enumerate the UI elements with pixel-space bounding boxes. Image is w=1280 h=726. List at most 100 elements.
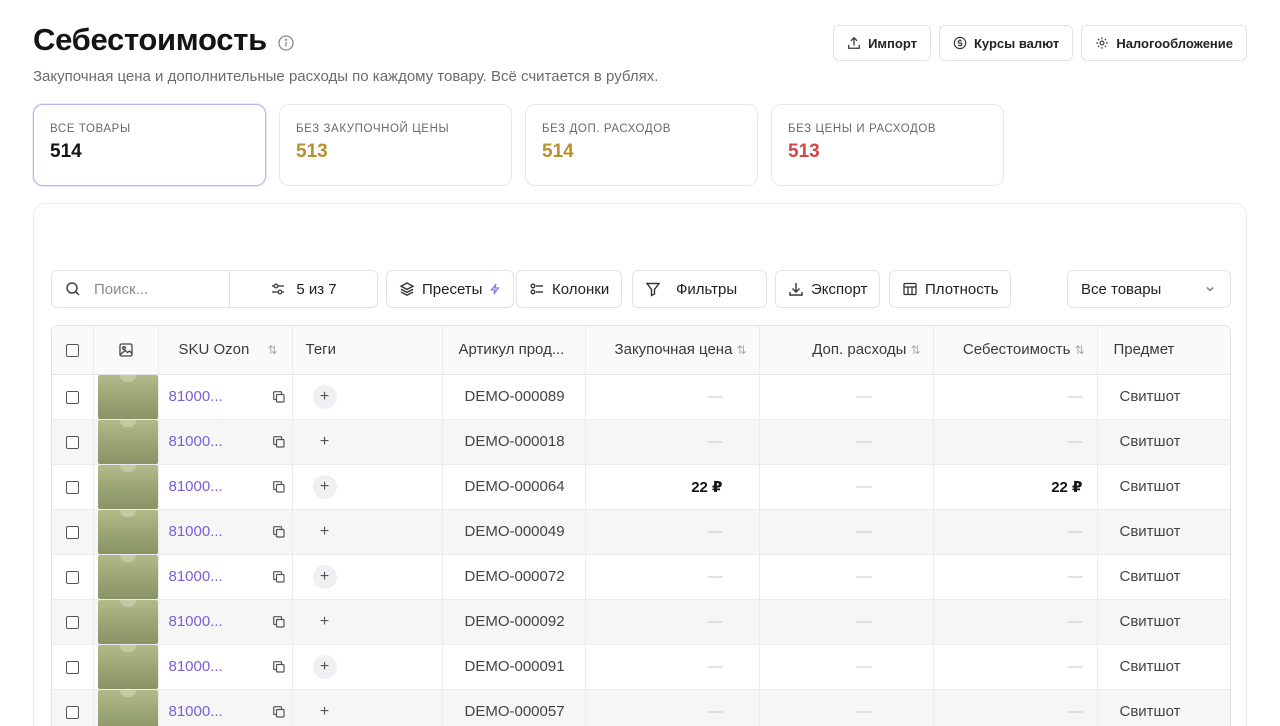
add-tag-button[interactable]: + — [313, 520, 337, 544]
copy-icon[interactable] — [272, 615, 286, 629]
sku-link[interactable]: 81000... — [169, 478, 223, 495]
columns-button[interactable]: Колонки — [516, 270, 623, 308]
sku-cell: 81000... — [158, 689, 293, 726]
export-button[interactable]: Экспорт — [775, 270, 881, 308]
lightning-icon — [490, 283, 501, 295]
sort-icon[interactable]: ⇅ — [910, 343, 920, 357]
add-tag-button[interactable]: + — [312, 654, 337, 679]
products-panel: 5 из 7 Пресеты Колонки Фильтры Экспорт П… — [33, 203, 1247, 726]
stat-value: 513 — [296, 141, 328, 162]
sku-link[interactable]: 81000... — [169, 658, 223, 675]
extra-costs-cell[interactable]: — — [759, 689, 934, 726]
purchase-price-cell[interactable]: — — [585, 599, 760, 644]
copy-icon[interactable] — [272, 435, 286, 449]
sort-icon[interactable]: ⇅ — [267, 343, 277, 357]
row-checkbox[interactable] — [65, 615, 79, 629]
copy-icon[interactable] — [272, 705, 286, 719]
cost-cell: — — [933, 644, 1098, 689]
add-tag-button[interactable]: + — [312, 474, 337, 499]
table-row[interactable]: 81000... + DEMO-000049— — — Свитшот — [52, 509, 1230, 554]
row-checkbox[interactable] — [65, 435, 79, 449]
table-row[interactable]: 81000... + DEMO-000089— — — Свитшот — [52, 374, 1230, 419]
add-tag-button[interactable]: + — [312, 384, 337, 409]
extra-costs-cell[interactable]: — — [759, 464, 934, 509]
purchase-price-cell[interactable]: — — [585, 554, 760, 599]
sort-icon[interactable]: ⇅ — [736, 343, 746, 357]
extra-costs-cell[interactable]: — — [759, 554, 934, 599]
sku-header[interactable]: SKU Ozon ⇅ — [158, 326, 293, 374]
copy-icon[interactable] — [272, 525, 286, 539]
table-row[interactable]: 81000... + DEMO-000092— — — Свитшот — [52, 599, 1230, 644]
filters-button[interactable]: Фильтры — [632, 270, 767, 308]
article-header-label: Артикул прод... — [458, 341, 565, 359]
sku-link[interactable]: 81000... — [169, 523, 223, 540]
table-row[interactable]: 81000... + DEMO-000072— — — Свитшот — [52, 554, 1230, 599]
visible-columns-toggle[interactable]: 5 из 7 — [230, 271, 377, 307]
import-button[interactable]: Импорт — [833, 25, 931, 61]
export-label: Экспорт — [811, 280, 868, 298]
row-checkbox[interactable] — [65, 660, 79, 674]
purchase-price-cell[interactable]: — — [585, 509, 760, 554]
table-row[interactable]: 81000... + DEMO-000018— — — Свитшот — [52, 419, 1230, 464]
row-checkbox[interactable] — [65, 390, 79, 404]
sku-link[interactable]: 81000... — [169, 568, 223, 585]
row-checkbox[interactable] — [65, 525, 79, 539]
currency-rates-button[interactable]: Курсы валют — [938, 25, 1074, 61]
row-select-cell — [52, 419, 94, 464]
table-row[interactable]: 81000... + DEMO-000057— — — Свитшот — [52, 689, 1230, 726]
add-tag-button[interactable]: + — [313, 610, 337, 634]
table-row[interactable]: 81000... + DEMO-000064 22 ₽ —22 ₽ Свитшот — [52, 464, 1230, 509]
add-tag-button[interactable]: + — [313, 700, 337, 724]
extra-costs-cell[interactable]: — — [759, 419, 934, 464]
taxation-button[interactable]: Налогообложение — [1081, 25, 1247, 61]
extra-costs-cell[interactable]: — — [759, 509, 934, 554]
extra-costs-cell[interactable]: — — [759, 599, 934, 644]
stat-card-all[interactable]: ВСЕ ТОВАРЫ 514 — [33, 104, 266, 186]
extra-costs-header[interactable]: Доп. расходы ⇅ — [759, 326, 934, 374]
sku-link[interactable]: 81000... — [169, 703, 223, 720]
sku-link[interactable]: 81000... — [169, 433, 223, 450]
stat-card-no-price-and-costs[interactable]: БЕЗ ЦЕНЫ И РАСХОДОВ 513 — [771, 104, 1004, 186]
purchase-price-cell[interactable]: 22 ₽ — [585, 464, 760, 509]
copy-icon[interactable] — [272, 390, 286, 404]
product-filter-select[interactable]: Все товары — [1067, 270, 1231, 308]
copy-icon[interactable] — [272, 660, 286, 674]
select-all-checkbox[interactable] — [65, 343, 79, 357]
subject-header-label: Предмет — [1113, 341, 1175, 359]
cost-cell: — — [933, 554, 1098, 599]
copy-icon[interactable] — [272, 570, 286, 584]
sku-link[interactable]: 81000... — [169, 388, 223, 405]
sort-icon[interactable]: ⇅ — [1074, 343, 1084, 357]
cost-header[interactable]: Себестоимость ⇅ — [933, 326, 1098, 374]
presets-button[interactable]: Пресеты — [386, 270, 515, 308]
info-icon[interactable] — [278, 35, 294, 51]
stat-value: 514 — [542, 141, 574, 162]
purchase-price-cell[interactable]: — — [585, 419, 760, 464]
extra-costs-cell[interactable]: — — [759, 374, 934, 419]
tags-cell: + — [292, 554, 443, 599]
density-button[interactable]: Плотность — [889, 270, 1012, 308]
add-tag-button[interactable]: + — [313, 430, 337, 454]
purchase-price-cell[interactable]: — — [585, 689, 760, 726]
row-checkbox[interactable] — [65, 705, 79, 719]
sku-link[interactable]: 81000... — [169, 613, 223, 630]
product-image-cell — [93, 554, 159, 599]
purchase-price-header[interactable]: Закупочная цена ⇅ — [585, 326, 760, 374]
add-tag-button[interactable]: + — [312, 564, 337, 589]
product-thumbnail — [97, 644, 157, 689]
copy-icon[interactable] — [272, 480, 286, 494]
table-row[interactable]: 81000... + DEMO-000091— — — Свитшот — [52, 644, 1230, 689]
row-checkbox[interactable] — [65, 570, 79, 584]
article-header[interactable]: Артикул прод... — [442, 326, 586, 374]
purchase-price-cell[interactable]: — — [585, 644, 760, 689]
purchase-price-cell[interactable]: — — [585, 374, 760, 419]
article-cell: DEMO-000049 — [442, 509, 586, 554]
row-checkbox[interactable] — [65, 480, 79, 494]
stat-card-no-extra-costs[interactable]: БЕЗ ДОП. РАСХОДОВ 514 — [525, 104, 758, 186]
product-image-cell — [93, 644, 159, 689]
search-input[interactable] — [94, 280, 224, 298]
extra-costs-cell[interactable]: — — [759, 644, 934, 689]
stat-card-no-purchase-price[interactable]: БЕЗ ЗАКУПОЧНОЙ ЦЕНЫ 513 — [279, 104, 512, 186]
image-icon — [118, 343, 133, 357]
stat-label: БЕЗ ЦЕНЫ И РАСХОДОВ — [788, 123, 937, 135]
